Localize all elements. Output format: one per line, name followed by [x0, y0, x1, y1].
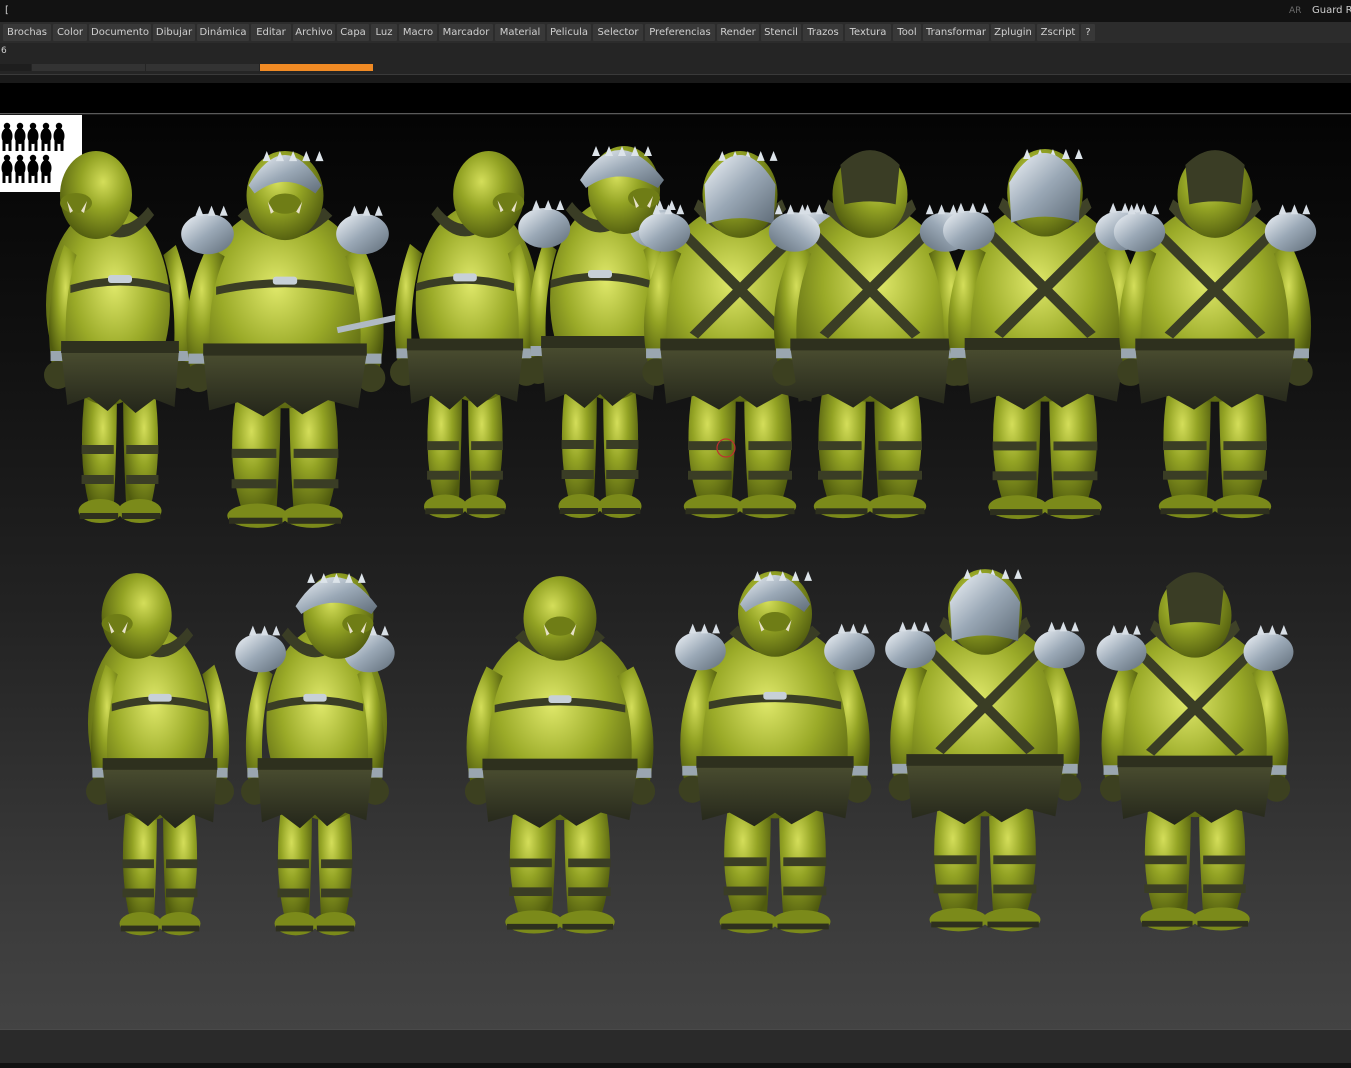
- menu-selector[interactable]: Selector: [593, 24, 643, 41]
- menu-help[interactable]: ?: [1081, 24, 1095, 41]
- document-title: Guard R: [1312, 5, 1351, 16]
- menu-documento[interactable]: Documento: [89, 24, 151, 41]
- menu-tool[interactable]: Tool: [893, 24, 921, 41]
- palette-tab-bar: 6: [0, 43, 1351, 75]
- menu-color[interactable]: Color: [53, 24, 87, 41]
- menu-stencil[interactable]: Stencil: [761, 24, 801, 41]
- top-shelf: [0, 75, 1351, 83]
- character-view: [44, 151, 196, 523]
- character-view: [1113, 150, 1317, 519]
- menu-macro[interactable]: Macro: [399, 24, 437, 41]
- menu-transformar[interactable]: Transformar: [923, 24, 989, 41]
- menu-dibujar[interactable]: Dibujar: [153, 24, 195, 41]
- character-view: [885, 569, 1085, 932]
- palette-tab-1[interactable]: [0, 64, 31, 71]
- title-bar: [ AR Guard R: [0, 0, 1351, 22]
- character-view: [943, 149, 1147, 520]
- menu-archivo[interactable]: Archivo: [293, 24, 335, 41]
- character-view: [181, 150, 398, 528]
- menu-pelicula[interactable]: Pelicula: [547, 24, 591, 41]
- character-view: [768, 150, 972, 519]
- footer-strip: [0, 1063, 1351, 1068]
- character-view: [1096, 572, 1294, 931]
- menu-preferencias[interactable]: Preferencias: [645, 24, 715, 41]
- menu-luz[interactable]: Luz: [371, 24, 397, 41]
- model-views: [44, 146, 1317, 936]
- character-view: [464, 576, 656, 934]
- palette-tab-3[interactable]: [146, 64, 259, 71]
- title-left-text: [: [5, 5, 9, 16]
- menu-brochas[interactable]: Brochas: [3, 24, 51, 41]
- palette-tab-active[interactable]: [260, 64, 373, 71]
- character-view: [390, 151, 540, 519]
- menu-marcador[interactable]: Marcador: [439, 24, 493, 41]
- character-view: [235, 573, 395, 936]
- menu-textura[interactable]: Textura: [845, 24, 891, 41]
- ar-label: AR: [1289, 6, 1302, 16]
- document-header: [0, 83, 1351, 114]
- character-view: [675, 571, 875, 934]
- menu-render[interactable]: Render: [717, 24, 759, 41]
- menu-material[interactable]: Material: [495, 24, 545, 41]
- menu-bar: Brochas Color Documento Dibujar Dinámica Edit…: [0, 22, 1351, 43]
- menu-zplugin[interactable]: Zplugin: [991, 24, 1035, 41]
- document-canvas[interactable]: [0, 115, 1351, 1029]
- divider: [0, 113, 1351, 114]
- character-view: [86, 573, 234, 936]
- palette-tab-2[interactable]: [32, 64, 145, 71]
- menu-capa[interactable]: Capa: [337, 24, 369, 41]
- menu-editar[interactable]: Editar: [251, 24, 291, 41]
- tab-number: 6: [1, 46, 7, 56]
- brush-cursor-icon: [716, 438, 736, 458]
- menu-zscript[interactable]: Zscript: [1037, 24, 1079, 41]
- bottom-shelf: [0, 1029, 1351, 1063]
- menu-dinámica[interactable]: Dinámica: [197, 24, 249, 41]
- menu-trazos[interactable]: Trazos: [803, 24, 843, 41]
